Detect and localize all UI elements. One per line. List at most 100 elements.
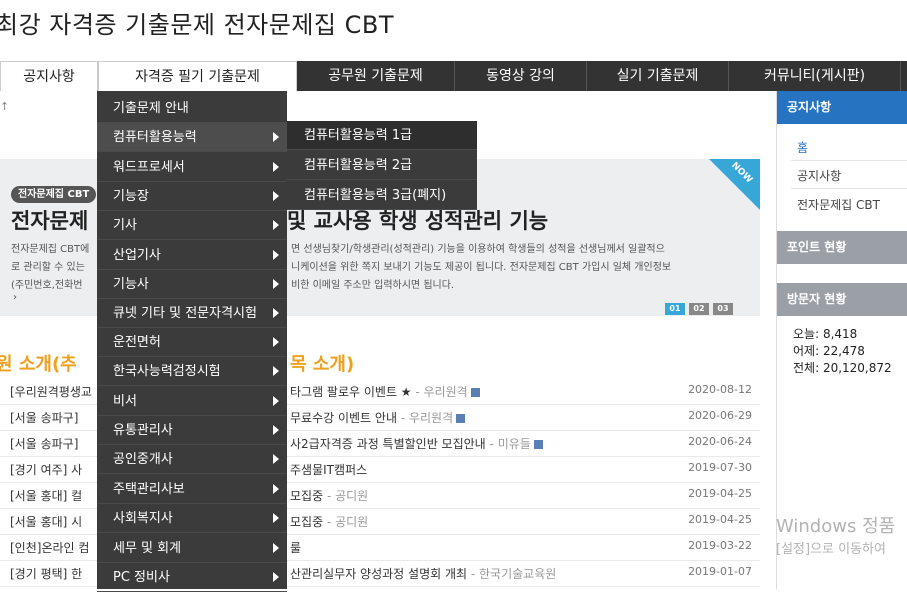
menu-item-label: 큐넷 기타 및 전문자격시험: [113, 306, 257, 321]
banner-text-right: 면 선생님찾기/학생관리(성적관리) 기능을 이용하여 학생들의 성적을 선생님…: [291, 244, 665, 255]
post-title-start: [서울 송파구]: [10, 437, 79, 451]
menu-item-label: 기출문제 안내: [113, 101, 189, 116]
banner-text-right: 비한 이메일 주소만 입력하시면 됩니다.: [291, 280, 455, 291]
post-title-text: 모집중: [290, 515, 324, 529]
divider: [791, 188, 907, 189]
chevron-right-icon: [273, 454, 279, 464]
windows-activation-watermark-sub: [설정]으로 이동하여: [776, 542, 886, 557]
post-title-start: [우리원격평생교: [10, 385, 92, 399]
post-title-start: [서울 송파구]: [10, 411, 79, 425]
nav-written-exams[interactable]: 자격증 필기 기출문제: [98, 61, 297, 91]
menu-item-secretary[interactable]: 비서: [97, 387, 287, 416]
banner-page-02[interactable]: 02: [689, 303, 709, 315]
attachment-icon: [456, 414, 466, 423]
menu-item-korean-history[interactable]: 한국사능력검정시험: [97, 357, 287, 386]
post-title-end: 산관리실무자 양성과정 설명회 개최 - 한국기술교육원: [290, 565, 556, 582]
points-header: 포인트 현황: [777, 231, 907, 264]
menu-item-label: 운전면허: [113, 335, 161, 350]
menu-item-label: 기능사: [113, 277, 149, 292]
post-author: - 우리원격: [397, 411, 454, 425]
sidebar-link-notice[interactable]: 공지사항: [797, 167, 841, 184]
submenu-item-level3[interactable]: 컴퓨터활용능력 3급(폐지): [287, 181, 477, 210]
chevron-right-icon: [273, 220, 279, 230]
post-title-end: 무료수강 이벤트 안내 - 우리원격: [290, 409, 466, 426]
post-title-end: 타그램 팔로우 이벤트 ★ - 우리원격: [290, 383, 480, 400]
post-title-end: 주샘물IT캠퍼스: [290, 461, 367, 478]
post-title-text: 사2급자격증 과정 특별할인반 모집안내: [290, 437, 486, 451]
nav-practical-exams[interactable]: 실기 기출문제: [587, 61, 729, 91]
submenu-item-level2[interactable]: 컴퓨터활용능력 2급: [287, 151, 477, 180]
visitors-total: 전체: 20,120,872: [793, 361, 892, 375]
visitors-yesterday: 어제: 22,478: [793, 344, 865, 358]
post-author: - 공디원: [323, 515, 369, 529]
post-date: 2019-03-22: [688, 539, 752, 552]
main-nav: 공지사항 자격증 필기 기출문제 공무원 기출문제 동영상 강의 실기 기출문제…: [0, 61, 907, 91]
nav-video-lectures[interactable]: 동영상 강의: [455, 61, 587, 91]
post-title-start: [서울 홍대] 시: [10, 515, 83, 529]
chevron-right-icon: [273, 337, 279, 347]
banner-text-right: 니케이션을 위한 쪽지 보내기 기능도 제공이 됩니다. 전자문제집 CBT 가…: [291, 262, 672, 273]
divider: [791, 160, 907, 161]
menu-item-label: 산업기사: [113, 248, 161, 263]
submenu-item-level1[interactable]: 컴퓨터활용능력 1급: [287, 121, 477, 150]
menu-item-label: 공인중개사: [113, 452, 173, 467]
sidebar-link-home[interactable]: 홈: [797, 139, 808, 156]
menu-item-tax-accounting[interactable]: 세무 및 회계: [97, 534, 287, 563]
post-title-text: 무료수강 이벤트 안내: [290, 411, 397, 425]
chevron-right-icon: [273, 279, 279, 289]
banner-more-link[interactable]: ›: [13, 292, 17, 303]
post-date: 2020-06-24: [688, 435, 752, 448]
menu-item-pc-technician[interactable]: PC 정비사: [97, 563, 287, 592]
menu-item-label: 사회복지사: [113, 511, 173, 526]
chevron-right-icon: [273, 162, 279, 172]
banner-text-left: 전자문제집 CBT에: [11, 244, 90, 255]
chevron-right-icon: [273, 396, 279, 406]
menu-item-distribution-manager[interactable]: 유통관리사: [97, 416, 287, 445]
menu-item-social-worker[interactable]: 사회복지사: [97, 504, 287, 533]
post-date: 2019-04-25: [688, 487, 752, 500]
menu-item-exam-guide[interactable]: 기출문제 안내: [97, 94, 287, 123]
post-date: 2020-06-29: [688, 409, 752, 422]
nav-civil-service[interactable]: 공무원 기출문제: [297, 61, 455, 91]
nav-notice[interactable]: 공지사항: [0, 61, 98, 91]
banner-badge: 전자문제집 CBT: [11, 186, 97, 203]
visitors-header: 방문자 현황: [777, 283, 907, 316]
menu-item-craftsman[interactable]: 기능사: [97, 270, 287, 299]
post-title-text: 룰: [290, 541, 302, 555]
post-author: - 우리원격: [411, 385, 468, 399]
chevron-right-icon: [273, 484, 279, 494]
breadcrumb-arrow-icon: ↑: [0, 100, 10, 113]
menu-item-computer-skills[interactable]: 컴퓨터활용능력: [97, 123, 287, 152]
menu-item-housing-manager[interactable]: 주택관리사보: [97, 475, 287, 504]
menu-item-industrial-engineer[interactable]: 산업기사: [97, 241, 287, 270]
banner-page-03[interactable]: 03: [713, 303, 733, 315]
post-title-end: 모집중 - 공디원: [290, 513, 368, 530]
menu-item-master-craftsman[interactable]: 기능장: [97, 182, 287, 211]
banner-title-left: 전자문제: [11, 209, 89, 233]
post-title-start: [경기 여주] 사: [10, 463, 83, 477]
menu-item-qnet-other[interactable]: 큐넷 기타 및 전문자격시험: [97, 299, 287, 328]
post-title-text: 모집중: [290, 489, 324, 503]
menu-item-engineer[interactable]: 기사: [97, 211, 287, 240]
banner-text-left: 로 관리할 수 있는: [11, 262, 85, 273]
banner-page-01[interactable]: 01: [665, 303, 685, 315]
attachment-icon: [533, 440, 543, 449]
post-title-end: 모집중 - 공디원: [290, 487, 368, 504]
post-title-start: [인천]온라인 컴: [10, 541, 90, 555]
chevron-right-icon: [273, 308, 279, 318]
post-date: 2019-07-30: [688, 461, 752, 474]
menu-item-word-processor[interactable]: 워드프로세서: [97, 153, 287, 182]
section-title-right: 목 소개): [290, 354, 355, 375]
banner-text-left: (주민번호,전화번: [11, 280, 83, 291]
menu-item-drivers-license[interactable]: 운전면허: [97, 328, 287, 357]
chevron-right-icon: [273, 425, 279, 435]
nav-community[interactable]: 커뮤니티(게시판): [729, 61, 901, 91]
submenu-computer-skills: 컴퓨터활용능력 1급 컴퓨터활용능력 2급 컴퓨터활용능력 3급(폐지): [287, 121, 477, 210]
chevron-right-icon: [273, 572, 279, 582]
menu-item-real-estate-agent[interactable]: 공인중개사: [97, 445, 287, 474]
menu-item-label: 기능장: [113, 189, 149, 204]
post-title-end: 사2급자격증 과정 특별할인반 모집안내 - 미유들: [290, 435, 543, 452]
sidebar-link-cbt[interactable]: 전자문제집 CBT: [797, 196, 880, 213]
menu-item-label: PC 정비사: [113, 570, 170, 585]
post-author: - 미유들: [485, 437, 531, 451]
